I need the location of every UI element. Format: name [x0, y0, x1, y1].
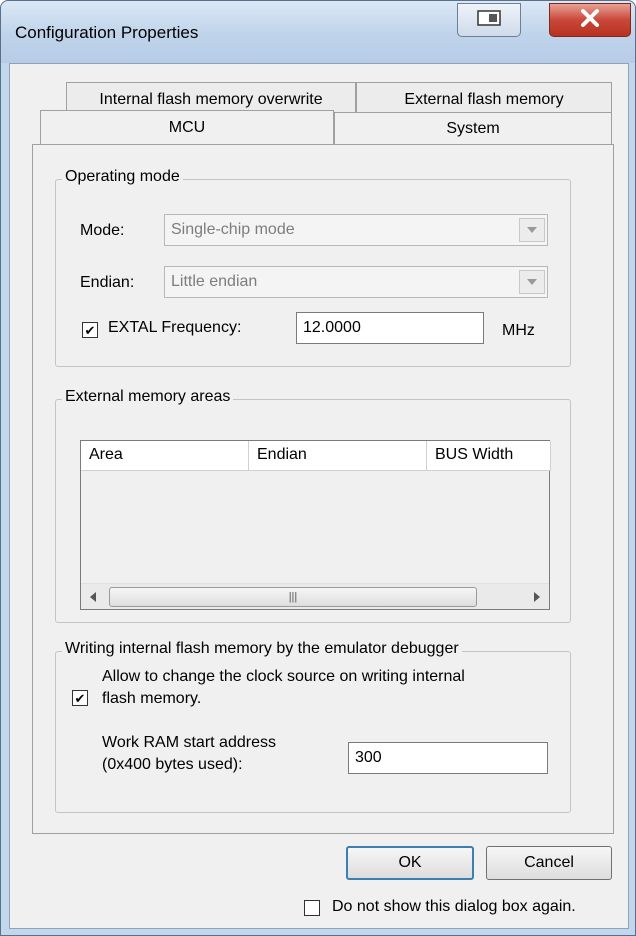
endian-select-value: Little endian — [171, 273, 258, 290]
external-memory-legend: External memory areas — [62, 388, 234, 406]
column-header-endian[interactable]: Endian — [249, 441, 427, 471]
scroll-right-icon[interactable] — [529, 588, 545, 606]
title-bar[interactable]: Configuration Properties — [1, 1, 635, 63]
ok-button[interactable]: OK — [346, 846, 474, 880]
column-header-area[interactable]: Area — [81, 441, 249, 471]
extal-checkbox[interactable]: ✔ — [82, 322, 98, 338]
tab-label: MCU — [168, 118, 206, 136]
extal-unit: MHz — [502, 322, 535, 339]
dont-show-again-checkbox[interactable] — [304, 900, 320, 916]
restore-button[interactable] — [457, 3, 521, 37]
window-title: Configuration Properties — [15, 23, 199, 42]
dont-show-again-label: Do not show this dialog box again. — [332, 898, 576, 915]
listview-header: Area Endian BUS Width — [81, 441, 551, 471]
scrollbar-thumb[interactable]: ||| — [109, 587, 477, 607]
endian-select[interactable]: Little endian — [164, 266, 548, 298]
close-icon — [580, 8, 600, 32]
allow-clock-change-label-line1: Allow to change the clock source on writ… — [102, 668, 465, 685]
checkmark-icon: ✔ — [74, 690, 86, 706]
extal-frequency-value: 12.0000 — [303, 319, 361, 336]
work-ram-address-input[interactable]: 300 — [348, 742, 548, 774]
tab-panel-mcu: Operating mode Mode: Single-chip mode En… — [32, 144, 614, 834]
work-ram-label-line2: (0x400 bytes used): — [102, 756, 243, 773]
operating-mode-legend: Operating mode — [62, 168, 183, 186]
grip-icon: ||| — [288, 591, 298, 603]
external-memory-group: External memory areas Area Endian BUS Wi… — [55, 388, 571, 623]
chevron-down-icon — [519, 270, 545, 294]
cancel-button[interactable]: Cancel — [486, 846, 612, 880]
tab-label: Internal flash memory overwrite — [99, 90, 323, 108]
flash-writing-group: Writing internal flash memory by the emu… — [55, 640, 571, 813]
mode-select[interactable]: Single-chip mode — [164, 214, 548, 246]
operating-mode-group: Operating mode Mode: Single-chip mode En… — [55, 168, 571, 367]
horizontal-scrollbar[interactable]: ||| — [81, 583, 549, 609]
mode-label: Mode: — [80, 222, 125, 239]
allow-clock-change-label-line2: flash memory. — [102, 690, 202, 707]
flash-writing-legend: Writing internal flash memory by the emu… — [62, 640, 462, 658]
external-memory-listview[interactable]: Area Endian BUS Width ||| — [80, 440, 551, 610]
endian-label: Endian: — [80, 274, 135, 291]
extal-label: EXTAL Frequency: — [108, 319, 242, 336]
cancel-button-label: Cancel — [524, 854, 574, 871]
dialog-client-area: Internal flash memory overwrite External… — [9, 63, 629, 929]
column-header-bus-width[interactable]: BUS Width — [427, 441, 551, 471]
dialog-window: Configuration Properties Internal flash … — [0, 0, 636, 936]
mode-select-value: Single-chip mode — [171, 221, 295, 238]
tab-mcu[interactable]: MCU — [40, 110, 334, 144]
restore-icon — [477, 9, 501, 31]
tab-label: External flash memory — [404, 90, 564, 108]
work-ram-label-line1: Work RAM start address — [102, 734, 276, 751]
close-button[interactable] — [549, 3, 631, 37]
tab-system[interactable]: System — [334, 112, 612, 146]
extal-frequency-input[interactable]: 12.0000 — [296, 312, 484, 344]
scroll-left-icon[interactable] — [85, 588, 101, 606]
chevron-down-icon — [519, 218, 545, 242]
tab-external-flash-memory[interactable]: External flash memory — [356, 82, 612, 116]
allow-clock-change-checkbox[interactable]: ✔ — [72, 690, 88, 706]
ok-button-label: OK — [398, 854, 422, 871]
checkmark-icon: ✔ — [84, 322, 96, 338]
work-ram-address-value: 300 — [355, 749, 382, 766]
tab-label: System — [446, 120, 500, 137]
